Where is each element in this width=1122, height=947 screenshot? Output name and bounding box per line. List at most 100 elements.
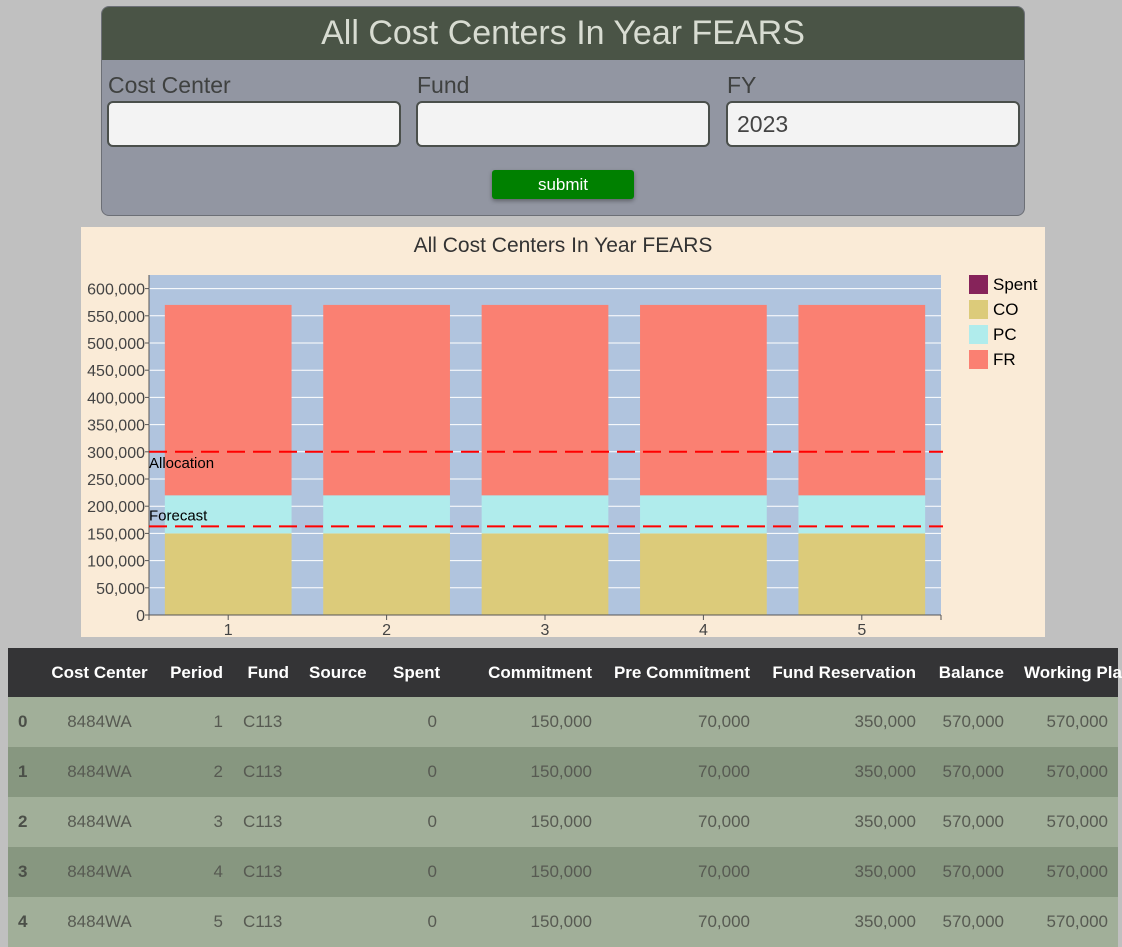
cell-index: 2 <box>18 812 28 831</box>
cell-balance: 570,000 <box>942 862 1004 881</box>
table-row: 1 8484WA 2 C113 0 150,000 70,000 350,000 570,000… <box>8 747 1118 797</box>
cell-working-plan: 570,000 <box>1046 712 1108 731</box>
bar-co <box>640 533 767 615</box>
column-header-period[interactable]: Period <box>158 648 233 697</box>
bar-fr <box>323 304 450 496</box>
column-header-fund-reservation[interactable]: Fund Reservation <box>760 648 926 697</box>
column-header-index[interactable] <box>8 648 41 697</box>
y-tick-label: 0 <box>136 608 145 625</box>
table-row: 2 8484WA 3 C113 0 150,000 70,000 350,000 570,000… <box>8 797 1118 847</box>
cell-spent: 0 <box>427 912 437 931</box>
cell-fund-reservation: 350,000 <box>854 712 916 731</box>
cell-spent: 0 <box>427 862 437 881</box>
cell-cost-center: 8484WA <box>67 812 132 831</box>
cell-balance: 570,000 <box>942 912 1004 931</box>
cell-period: 5 <box>213 912 223 931</box>
cell-period: 2 <box>213 762 223 781</box>
y-tick-label: 150,000 <box>87 526 145 543</box>
y-tick-label: 450,000 <box>87 363 145 380</box>
y-tick-label: 300,000 <box>87 445 145 462</box>
reference-label-forecast: Forecast <box>149 507 208 524</box>
column-header-spent[interactable]: Spent <box>383 648 447 697</box>
cell-cost-center: 8484WA <box>67 862 132 881</box>
fund-input[interactable] <box>416 101 710 147</box>
table-row: 3 8484WA 4 C113 0 150,000 70,000 350,000 570,000… <box>8 847 1118 897</box>
cell-spent: 0 <box>427 812 437 831</box>
cell-cost-center: 8484WA <box>67 912 132 931</box>
column-header-balance[interactable]: Balance <box>926 648 1014 697</box>
cell-fund: C113 <box>243 712 283 731</box>
cell-working-plan: 570,000 <box>1046 762 1108 781</box>
cost-center-field: Cost Center <box>102 69 401 147</box>
bar-fr <box>481 304 609 496</box>
submit-button[interactable]: submit <box>492 170 634 199</box>
x-tick-label: 5 <box>857 622 866 637</box>
column-header-fund[interactable]: Fund <box>233 648 299 697</box>
cell-index: 1 <box>18 762 28 781</box>
cost-center-label: Cost Center <box>108 72 231 98</box>
bar-fr <box>798 304 926 496</box>
y-tick-label: 400,000 <box>87 390 145 407</box>
bar-pc <box>798 495 926 534</box>
fy-field: FY <box>721 69 1020 147</box>
cell-pre-commitment: 70,000 <box>698 912 750 931</box>
y-tick-label: 100,000 <box>87 554 145 571</box>
cell-pre-commitment: 70,000 <box>698 862 750 881</box>
bar-co <box>164 533 292 615</box>
chart-canvas: All Cost Centers In Year FEARS 0 50,000 100… <box>87 234 1038 637</box>
legend-label-spent: Spent <box>993 275 1038 294</box>
cell-fund: C113 <box>243 812 283 831</box>
legend-swatch-spent <box>969 275 988 294</box>
y-tick-label: 350,000 <box>87 418 145 435</box>
y-tick-label: 600,000 <box>87 282 145 299</box>
y-tick-label: 250,000 <box>87 472 145 489</box>
search-form: All Cost Centers In Year FEARS Cost Cent… <box>101 6 1025 216</box>
cell-index: 0 <box>18 712 28 731</box>
x-tick-label: 4 <box>699 622 708 637</box>
fy-input[interactable] <box>726 101 1020 147</box>
y-tick-label: 500,000 <box>87 336 145 353</box>
cell-working-plan: 570,000 <box>1046 862 1108 881</box>
cell-fund: C113 <box>243 912 283 931</box>
column-header-source[interactable]: Source <box>299 648 383 697</box>
cell-source <box>299 697 383 747</box>
cell-source <box>299 797 383 847</box>
cost-center-input[interactable] <box>107 101 401 147</box>
bar-co <box>798 533 926 615</box>
cell-period: 3 <box>213 812 223 831</box>
column-header-cost-center[interactable]: Cost Center <box>41 648 158 697</box>
cell-period: 1 <box>213 712 223 731</box>
bar-pc <box>481 495 609 534</box>
form-title: All Cost Centers In Year FEARS <box>102 7 1024 60</box>
column-header-commitment[interactable]: Commitment <box>447 648 602 697</box>
cell-fund-reservation: 350,000 <box>854 762 916 781</box>
cell-balance: 570,000 <box>942 712 1004 731</box>
cell-commitment: 150,000 <box>530 912 592 931</box>
y-tick-label: 200,000 <box>87 499 145 516</box>
cell-spent: 0 <box>427 712 437 731</box>
cell-fund: C113 <box>243 762 283 781</box>
cell-fund-reservation: 350,000 <box>854 862 916 881</box>
fund-label: Fund <box>417 72 470 98</box>
column-header-working-plan[interactable]: Working Plan <box>1014 648 1122 697</box>
bar-co <box>323 533 450 615</box>
y-tick-label: 50,000 <box>96 581 145 598</box>
bar-pc <box>640 495 767 534</box>
cell-cost-center: 8484WA <box>67 762 132 781</box>
cell-index: 4 <box>18 912 28 931</box>
bar-pc <box>323 495 450 534</box>
cell-balance: 570,000 <box>942 812 1004 831</box>
cell-balance: 570,000 <box>942 762 1004 781</box>
cell-fund: C113 <box>243 862 283 881</box>
cell-source <box>299 847 383 897</box>
fy-label: FY <box>727 72 757 98</box>
bar-co <box>481 533 609 615</box>
cell-index: 3 <box>18 862 28 881</box>
table-header-row: Cost Center Period Fund Source Spent Commitme… <box>8 648 1122 697</box>
legend-label-fr: FR <box>993 350 1016 369</box>
cell-source <box>299 897 383 947</box>
column-header-pre-commitment[interactable]: Pre Commitment <box>602 648 760 697</box>
cell-commitment: 150,000 <box>530 712 592 731</box>
table-row: 4 8484WA 5 C113 0 150,000 70,000 350,000 570,000… <box>8 897 1118 947</box>
cell-cost-center: 8484WA <box>67 712 132 731</box>
